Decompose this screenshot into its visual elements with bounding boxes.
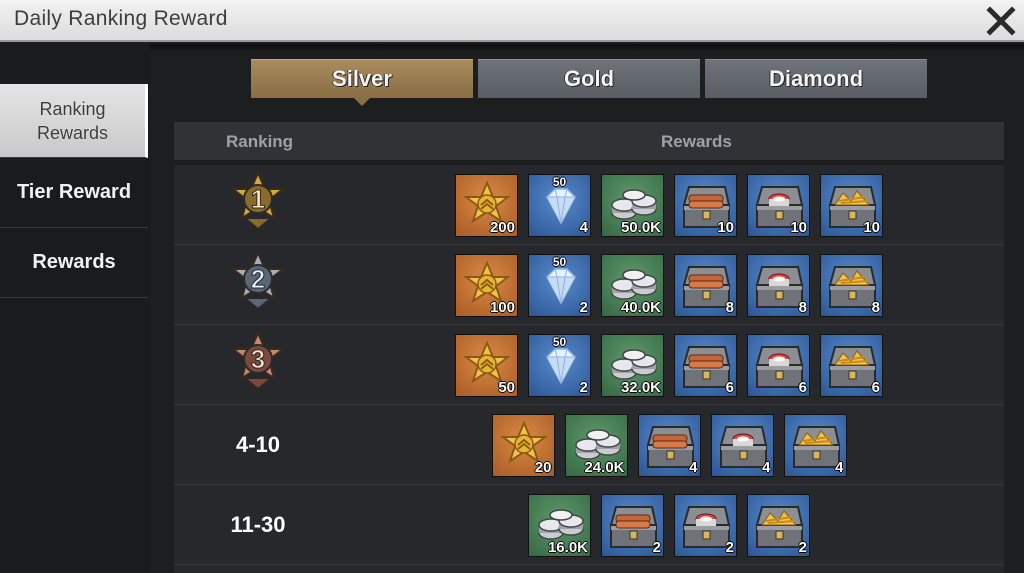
tab-gold[interactable]: Gold (478, 59, 700, 98)
item-quantity: 2 (579, 378, 588, 396)
badge-reward[interactable]: 200 (455, 173, 518, 237)
item-quantity: 4 (579, 218, 588, 236)
wood-chest-reward[interactable]: 2 (601, 493, 664, 557)
tab-diamond[interactable]: Diamond (705, 59, 927, 98)
wood-chest-reward[interactable]: 4 (637, 413, 701, 477)
rank-cell: 3 (208, 325, 308, 405)
rewards-cell: 200 50 4 50.0K 10 10 10 (334, 165, 1004, 245)
gold-chest-reward[interactable]: 4 (783, 413, 847, 477)
rewards-cell: 50 50 2 32.0K 6 6 6 (334, 325, 1004, 405)
item-tag: 50 (552, 334, 567, 349)
sidebar-item-ranking-rewards[interactable]: Ranking Rewards (0, 84, 148, 158)
header-shadow (0, 44, 1024, 52)
rank-cell: 2 (208, 245, 308, 325)
silver-reward[interactable]: 50.0K (601, 173, 664, 237)
food-chest-reward[interactable]: 4 (710, 413, 774, 477)
item-quantity: 8 (871, 298, 880, 316)
svg-text:1: 1 (251, 184, 265, 214)
food-chest-reward[interactable]: 2 (674, 493, 737, 557)
wood-chest-reward[interactable]: 8 (674, 253, 737, 317)
column-header-rewards: Rewards (661, 132, 732, 151)
sidebar: Ranking Rewards Tier Reward Rewards (0, 44, 150, 573)
food-chest-reward[interactable]: 8 (747, 253, 810, 317)
badge-reward[interactable]: 50 (455, 333, 518, 397)
badge-reward[interactable]: 100 (455, 253, 518, 317)
item-quantity: 100 (489, 298, 515, 316)
item-quantity: 24.0K (584, 458, 625, 476)
item-quantity: 6 (725, 378, 734, 396)
item-quantity: 2 (798, 538, 807, 556)
sidebar-item-rewards[interactable]: Rewards (0, 228, 148, 298)
item-quantity: 16.0K (547, 538, 588, 556)
column-header-ranking: Ranking (226, 132, 294, 151)
item-quantity: 200 (489, 218, 515, 236)
table-row: 4-10 20 24.0K 4 4 4 (174, 405, 1004, 485)
item-quantity: 2 (579, 298, 588, 316)
table-row: 2 100 50 2 40.0K 8 8 8 (174, 245, 1004, 325)
item-quantity: 6 (871, 378, 880, 396)
active-tab-pointer (354, 98, 370, 106)
item-quantity: 4 (689, 458, 698, 476)
svg-text:2: 2 (251, 264, 265, 294)
item-quantity: 32.0K (620, 378, 661, 396)
item-quantity: 40.0K (620, 298, 661, 316)
item-quantity: 20 (534, 458, 552, 476)
item-quantity: 10 (717, 218, 734, 236)
item-quantity: 50 (498, 378, 515, 396)
table-row: 3 50 50 2 32.0K 6 6 6 (174, 325, 1004, 405)
item-quantity: 10 (790, 218, 807, 236)
close-icon (986, 6, 1016, 36)
silver-reward[interactable]: 32.0K (601, 333, 664, 397)
tab-silver[interactable]: Silver (251, 59, 473, 98)
item-quantity: 8 (725, 298, 734, 316)
item-quantity: 8 (798, 298, 807, 316)
svg-text:3: 3 (251, 344, 265, 374)
silver-medal-icon: 2 (228, 250, 288, 320)
rank-cell: 11-30 (208, 485, 308, 565)
item-quantity: 4 (835, 458, 844, 476)
wood-chest-reward[interactable]: 6 (674, 333, 737, 397)
table-row: 11-30 16.0K 2 2 2 (174, 485, 1004, 565)
rank-cell: 4-10 (208, 405, 308, 485)
badge-reward[interactable]: 20 (491, 413, 555, 477)
close-button[interactable] (982, 2, 1020, 40)
table-header: Ranking Rewards (174, 122, 1004, 160)
silver-reward[interactable]: 16.0K (528, 493, 591, 557)
rewards-cell: 100 50 2 40.0K 8 8 8 (334, 245, 1004, 325)
item-quantity: 50.0K (620, 218, 661, 236)
table-row: 1 200 50 4 50.0K 10 10 10 (174, 165, 1004, 245)
gold-chest-reward[interactable]: 2 (747, 493, 810, 557)
rewards-cell: 20 24.0K 4 4 4 (334, 405, 1004, 485)
silver-reward[interactable]: 40.0K (601, 253, 664, 317)
gold-chest-reward[interactable]: 8 (820, 253, 883, 317)
gold-chest-reward[interactable]: 6 (820, 333, 883, 397)
rank-range: 4-10 (235, 432, 281, 457)
item-quantity: 2 (725, 538, 734, 556)
diamond-reward[interactable]: 50 4 (528, 173, 591, 237)
item-quantity: 4 (762, 458, 771, 476)
food-chest-reward[interactable]: 6 (747, 333, 810, 397)
item-quantity: 2 (652, 538, 661, 556)
food-chest-reward[interactable]: 10 (747, 173, 810, 237)
item-tag: 50 (552, 254, 567, 269)
item-quantity: 6 (798, 378, 807, 396)
item-tag: 50 (552, 174, 567, 189)
ranking-table: 1 200 50 4 50.0K 10 10 10 2 100 50 2 40.… (174, 165, 1004, 573)
bronze-medal-icon: 3 (228, 330, 288, 400)
gold-chest-reward[interactable]: 10 (820, 173, 883, 237)
window-title: Daily Ranking Reward (14, 7, 228, 30)
rank-range: 11-30 (230, 512, 286, 537)
gold-medal-icon: 1 (228, 170, 288, 240)
rank-cell: 1 (208, 165, 308, 245)
sidebar-item-tier-reward[interactable]: Tier Reward (0, 158, 148, 228)
rewards-cell: 16.0K 2 2 2 (334, 485, 1004, 565)
diamond-reward[interactable]: 50 2 (528, 253, 591, 317)
wood-chest-reward[interactable]: 10 (674, 173, 737, 237)
title-bar: Daily Ranking Reward (0, 0, 1024, 42)
silver-reward[interactable]: 24.0K (564, 413, 628, 477)
diamond-reward[interactable]: 50 2 (528, 333, 591, 397)
item-quantity: 10 (863, 218, 880, 236)
